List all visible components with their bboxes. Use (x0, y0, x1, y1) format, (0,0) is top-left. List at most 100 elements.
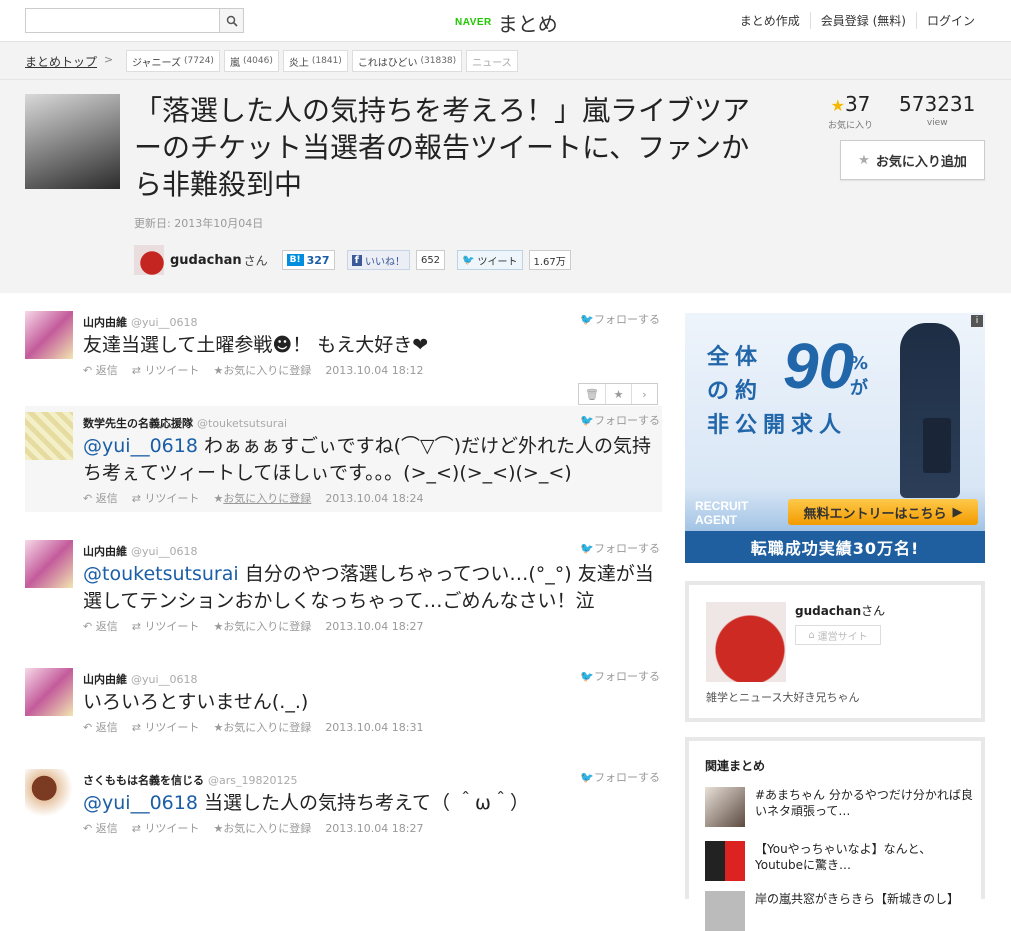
ad-logo-line-2: AGENT (695, 513, 737, 527)
related-item[interactable]: #あまちゃん 分かるやつだけ分かれば良いネタ頑張って… (705, 787, 975, 827)
favorite-tweet-button[interactable]: ★お気に入りに登録 (213, 719, 311, 735)
star-outline-icon: ★ (858, 152, 870, 168)
facebook-like-button[interactable]: f いいね！ (346, 250, 410, 270)
reply-button[interactable]: ↶ 返信 (83, 490, 118, 506)
favorite-tweet-label: お気に入りに登録 (223, 492, 312, 505)
ad-percent-sign: % (850, 353, 869, 374)
tweet-handle[interactable]: @ars_19820125 (208, 774, 297, 787)
updated-date: 更新日: 2013年10月04日 (134, 217, 264, 230)
ad-banner[interactable]: i 全体 の約 非公開求人 90 % が RECRUIT AGENT 無料エントリー… (685, 313, 985, 563)
site-logo[interactable]: NAVER まとめ (455, 8, 558, 37)
hatena-bookmark-button[interactable]: B! 327 (281, 250, 335, 270)
tweet-time[interactable]: 2013.10.04 18:12 (325, 364, 423, 377)
star-icon[interactable]: ★ (605, 384, 631, 404)
tweet-user-name[interactable]: さくももは名義を信じる (83, 774, 204, 787)
favorite-tweet-button[interactable]: ★お気に入りに登録 (213, 490, 311, 506)
tweet-time[interactable]: 2013.10.04 18:24 (325, 492, 423, 505)
tag-label: 嵐 (229, 57, 240, 69)
trash-icon[interactable]: 🗑 (579, 384, 605, 404)
follow-button[interactable]: 🐦フォローする (580, 412, 660, 428)
profile-avatar[interactable] (706, 602, 786, 682)
tweet-mention[interactable]: @yui__0618 (83, 435, 198, 457)
profile-name[interactable]: gudachanさん (795, 602, 885, 619)
related-title[interactable]: 【Youやっちゃいなよ】なんと、Youtubeに驚き… (755, 841, 975, 881)
tweet-text: いろいろとすいません(._.) (83, 689, 662, 716)
related-title[interactable]: #あまちゃん 分かるやつだけ分かれば良いネタ頑張って… (755, 787, 975, 827)
tweet-user-name[interactable]: 山内由維 (83, 673, 127, 686)
retweet-button[interactable]: ⇄ リツイート (132, 362, 200, 378)
tweet-avatar[interactable] (25, 412, 73, 460)
create-matome-link[interactable]: まとめ作成 (730, 12, 810, 29)
tweet-feed: 山内由維 @yui__0618 🐦フォローする 友達当選して土曜参戦☻！ もえ大好… (25, 305, 662, 842)
tweet-text: @yui__0618 当選した人の気持ち考えて（ ＾ω＾） (83, 790, 662, 817)
tweet-tools: 🗑 ★ › (578, 383, 658, 405)
tweet-mention[interactable]: @touketsutsurai (83, 563, 239, 585)
tweet-body: いろいろとすいません(._.) (83, 691, 309, 713)
retweet-button[interactable]: ⇄ リツイート (132, 490, 200, 506)
tag-korehahidoi[interactable]: これはひどい (31838) (351, 50, 463, 72)
author-name[interactable]: gudachan (170, 253, 242, 268)
author-avatar[interactable] (134, 245, 164, 275)
ad-cta-button[interactable]: 無料エントリーはこちら ▶ (788, 499, 978, 525)
tweet-time[interactable]: 2013.10.04 18:27 (325, 822, 423, 835)
retweet-button[interactable]: ⇄ リツイート (132, 820, 200, 836)
twitter-bird-icon: 🐦 (580, 313, 594, 326)
reply-button[interactable]: ↶ 返信 (83, 362, 118, 378)
author-profile-card: gudachanさん ⌂ 運営サイト 雑学とニュース大好き兄ちゃん (685, 581, 985, 722)
follow-button[interactable]: 🐦フォローする (580, 540, 660, 556)
follow-button[interactable]: 🐦フォローする (580, 311, 660, 327)
tweet-user-name[interactable]: 山内由維 (83, 316, 127, 329)
related-item[interactable]: 岸の嵐共窓がきらきら【新城きのし】 (705, 891, 975, 931)
related-matome: 関連まとめ #あまちゃん 分かるやつだけ分かれば良いネタ頑張って… 【Youやっ… (685, 737, 985, 931)
follow-button[interactable]: 🐦フォローする (580, 769, 660, 785)
site-button[interactable]: ⌂ 運営サイト (795, 625, 881, 645)
favorite-tweet-label: お気に入りに登録 (223, 620, 312, 633)
tweet-handle[interactable]: @yui__0618 (131, 545, 198, 558)
reply-button[interactable]: ↶ 返信 (83, 820, 118, 836)
reply-button[interactable]: ↶ 返信 (83, 618, 118, 634)
tweet-avatar[interactable] (25, 311, 73, 359)
facebook-icon: f (351, 254, 362, 266)
tweet-user-name[interactable]: 数学先生の名義応援隊 (83, 417, 193, 430)
follow-label: フォローする (594, 670, 660, 683)
register-link[interactable]: 会員登録 (無料) (809, 12, 916, 29)
retweet-label: リツイート (144, 721, 200, 734)
retweet-button[interactable]: ⇄ リツイート (132, 719, 200, 735)
related-title[interactable]: 岸の嵐共窓がきらきら【新城きのし】 (755, 891, 959, 931)
retweet-button[interactable]: ⇄ リツイート (132, 618, 200, 634)
login-link[interactable]: ログイン (915, 12, 985, 29)
tag-johnnys[interactable]: ジャニーズ (7724) (126, 50, 220, 72)
tag-list: ジャニーズ (7724) 嵐 (4046) 炎上 (1841) これはひどい (3183… (126, 50, 518, 72)
tag-arashi[interactable]: 嵐 (4046) (223, 50, 279, 72)
tweet-time[interactable]: 2013.10.04 18:31 (325, 721, 423, 734)
chevron-right-icon[interactable]: › (631, 384, 657, 404)
tweet-handle[interactable]: @yui__0618 (131, 673, 198, 686)
add-favorite-button[interactable]: ★ お気に入り追加 (840, 140, 985, 180)
favorite-tweet-button[interactable]: ★お気に入りに登録 (213, 820, 311, 836)
breadcrumb-top-link[interactable]: まとめトップ (25, 53, 97, 70)
play-icon: ▶ (952, 504, 963, 520)
favorite-tweet-button[interactable]: ★お気に入りに登録 (213, 618, 311, 634)
retweet-label: リツイート (144, 822, 200, 835)
favorite-tweet-button[interactable]: ★お気に入りに登録 (213, 362, 311, 378)
tag-enjo[interactable]: 炎上 (1841) (282, 50, 348, 72)
ad-info-icon[interactable]: i (971, 315, 983, 327)
tweet-body: 当選した人の気持ち考えて（ ＾ω＾） (197, 792, 529, 814)
tweet-handle[interactable]: @yui__0618 (131, 316, 198, 329)
follow-label: フォローする (594, 771, 660, 784)
follow-button[interactable]: 🐦フォローする (580, 668, 660, 684)
tweet-avatar[interactable] (25, 540, 73, 588)
tweet-actions: ↶ 返信 ⇄ リツイート ★お気に入りに登録 2013.10.04 18:12 (83, 362, 662, 378)
tweet-handle[interactable]: @touketsutsurai (197, 417, 287, 430)
tweet-time[interactable]: 2013.10.04 18:27 (325, 620, 423, 633)
tag-news[interactable]: ニュース (466, 50, 518, 72)
related-item[interactable]: 【Youやっちゃいなよ】なんと、Youtubeに驚き… (705, 841, 975, 881)
twitter-icon: 🐦 (462, 254, 475, 266)
tweet-button[interactable]: 🐦 ツイート (457, 250, 523, 270)
reply-button[interactable]: ↶ 返信 (83, 719, 118, 735)
tweet-avatar[interactable] (25, 769, 73, 817)
tweet-mention[interactable]: @yui__0618 (83, 792, 198, 814)
tweet-user-name[interactable]: 山内由維 (83, 545, 127, 558)
search-button[interactable] (219, 9, 243, 32)
tweet-avatar[interactable] (25, 668, 73, 716)
